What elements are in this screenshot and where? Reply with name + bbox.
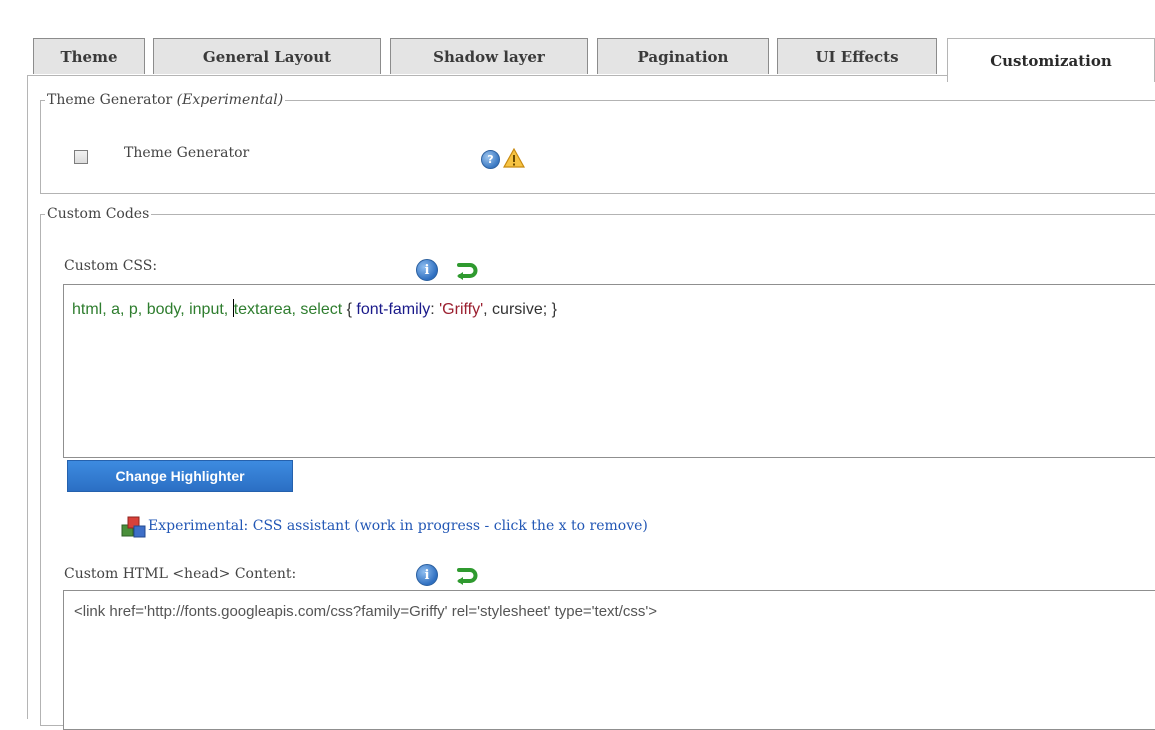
undo-icon[interactable] [455,565,479,585]
tab-theme[interactable]: Theme [33,38,145,74]
info-icon[interactable]: i [416,564,438,586]
css-assistant-link[interactable]: Experimental: CSS assistant (work in pro… [148,518,648,534]
theme-generator-label: Theme Generator [124,145,250,161]
code-token: textarea, select [233,301,343,318]
custom-html-head-label: Custom HTML <head> Content: [64,566,297,582]
tab-bar: Theme General Layout Shadow layer Pagina… [0,0,1155,82]
code-token: font-family [356,301,431,318]
custom-css-label: Custom CSS: [64,258,158,274]
cubes-icon [121,516,146,538]
code-token: , cursive; } [483,301,557,318]
custom-html-head-editor[interactable]: <link href='http://fonts.googleapis.com/… [63,590,1155,730]
tab-shadow-layer[interactable]: Shadow layer [390,38,588,74]
tab-ui-effects[interactable]: UI Effects [777,38,937,74]
theme-generator-fieldset: Theme Generator (Experimental) [40,92,1155,194]
tab-general-layout[interactable]: General Layout [153,38,381,74]
undo-icon[interactable] [455,260,479,280]
custom-html-head-value: <link href='http://fonts.googleapis.com/… [74,603,658,620]
custom-codes-legend: Custom Codes [47,206,150,222]
theme-generator-legend: Theme Generator (Experimental) [47,92,284,108]
tab-customization[interactable]: Customization [947,38,1155,82]
warning-icon [503,148,525,168]
tab-pagination[interactable]: Pagination [597,38,769,74]
help-icon[interactable]: ? [481,150,500,169]
code-token: { [342,301,357,318]
info-icon[interactable]: i [416,259,438,281]
theme-generator-checkbox[interactable] [74,150,88,164]
panel-left-border [27,75,28,719]
experimental-note: (Experimental) [176,92,284,108]
code-token: html, a, p, body, input, [72,301,233,318]
change-highlighter-button[interactable]: Change Highlighter [67,460,293,492]
code-token: : [430,301,440,318]
code-token: 'Griffy' [439,301,484,318]
custom-css-editor[interactable]: html, a, p, body, input, textarea, selec… [63,284,1155,458]
